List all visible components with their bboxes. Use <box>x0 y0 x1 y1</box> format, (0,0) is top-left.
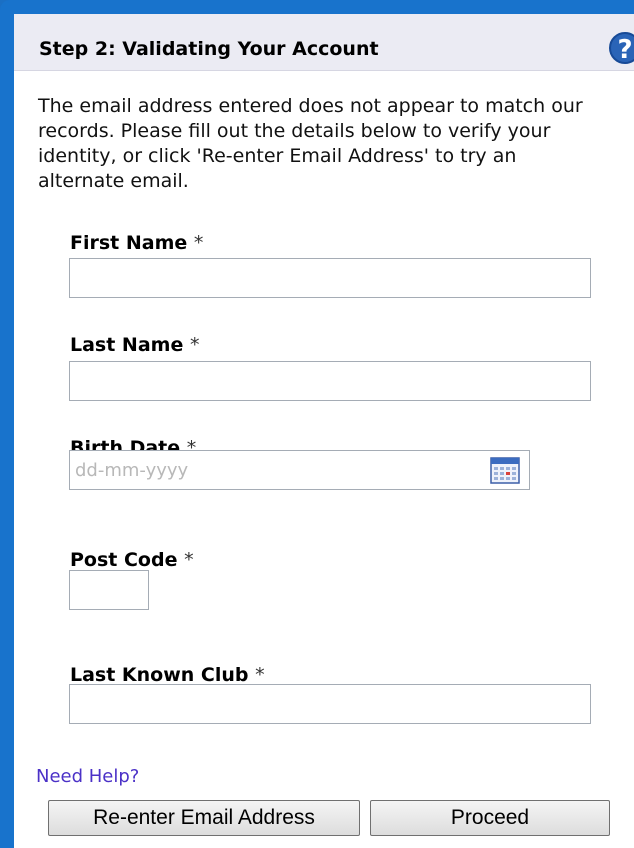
last-known-club-input[interactable] <box>69 684 591 724</box>
first-name-label: First Name * <box>70 232 203 254</box>
last-name-input[interactable] <box>69 361 591 401</box>
required-mark: * <box>184 549 194 571</box>
last-known-club-label-text: Last Known Club <box>70 664 249 686</box>
post-code-label: Post Code * <box>70 549 194 571</box>
reenter-email-button[interactable]: Re-enter Email Address <box>48 800 360 836</box>
intro-text: The email address entered does not appea… <box>38 95 583 192</box>
need-help-link[interactable]: Need Help? <box>36 766 139 787</box>
last-known-club-label: Last Known Club * <box>70 664 265 686</box>
last-name-label-text: Last Name <box>70 334 184 356</box>
last-name-label: Last Name * <box>70 334 199 356</box>
required-mark: * <box>189 334 200 356</box>
proceed-button[interactable]: Proceed <box>370 800 610 836</box>
first-name-input[interactable] <box>69 258 591 298</box>
help-icon[interactable]: ? <box>609 32 634 65</box>
birth-date-input[interactable] <box>69 450 530 490</box>
post-code-label-text: Post Code <box>70 549 178 571</box>
panel-title: Step 2: Validating Your Account <box>39 38 379 60</box>
required-mark: * <box>193 232 204 254</box>
dialog-frame: Step 2: Validating Your Account ? The em… <box>0 0 634 848</box>
first-name-label-text: First Name <box>70 232 188 254</box>
calendar-icon[interactable] <box>490 456 520 484</box>
validation-panel: Step 2: Validating Your Account ? The em… <box>14 14 634 848</box>
required-mark: * <box>255 664 265 686</box>
panel-header: Step 2: Validating Your Account <box>14 14 634 71</box>
post-code-input[interactable] <box>69 570 149 610</box>
